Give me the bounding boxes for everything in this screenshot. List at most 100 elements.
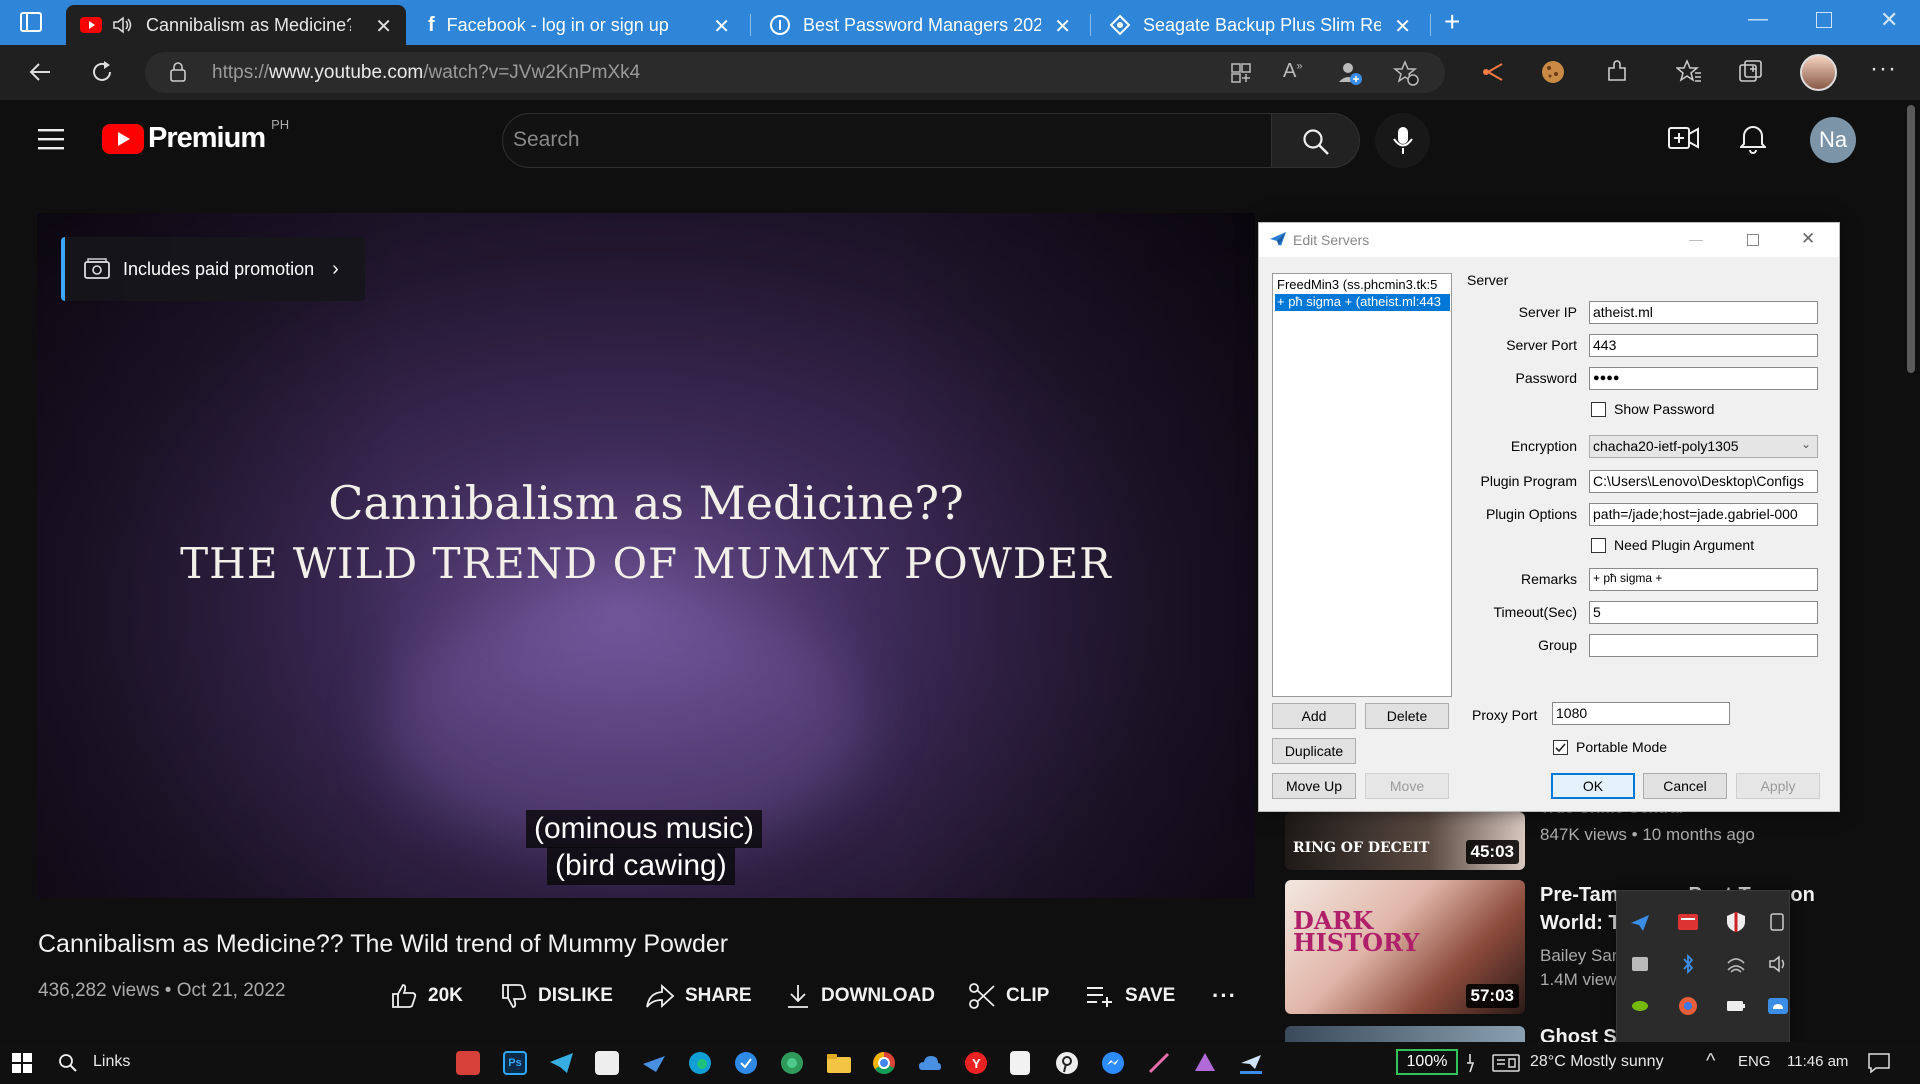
maximize-icon[interactable]: [1747, 234, 1759, 246]
create-video-icon[interactable]: [1668, 125, 1700, 151]
messenger-icon[interactable]: [1101, 1051, 1125, 1075]
minimize-icon[interactable]: —: [1689, 231, 1703, 247]
bluetooth-icon[interactable]: [1677, 953, 1699, 975]
drive-tray-icon[interactable]: [1629, 953, 1651, 975]
video-player[interactable]: Includes paid promotion › Cannibalism as…: [37, 213, 1255, 898]
cancel-button[interactable]: Cancel: [1643, 773, 1727, 799]
pinterest-icon[interactable]: [1055, 1051, 1079, 1075]
add-button[interactable]: Add: [1272, 703, 1356, 729]
edge-browser-icon[interactable]: [688, 1051, 712, 1075]
more-actions-icon[interactable]: ···: [1212, 978, 1237, 1014]
scrollbar-thumb[interactable]: [1907, 105, 1915, 373]
volume-icon[interactable]: [1767, 953, 1789, 975]
feather-app-icon[interactable]: [1147, 1051, 1171, 1075]
url-text[interactable]: https://www.youtube.com/watch?v=JVw2KnPm…: [212, 62, 640, 84]
apply-button[interactable]: Apply: [1736, 773, 1820, 799]
refresh-icon[interactable]: [90, 60, 114, 84]
weather-text[interactable]: 28°C Mostly sunny: [1530, 1053, 1664, 1071]
share-extension-icon[interactable]: [1480, 60, 1506, 84]
avatar[interactable]: Na: [1810, 117, 1856, 163]
clip-button[interactable]: CLIP: [968, 978, 1049, 1014]
notepad-icon[interactable]: [1010, 1051, 1030, 1075]
portable-mode-checkbox[interactable]: [1553, 740, 1568, 755]
close-icon[interactable]: ✕: [1394, 14, 1411, 39]
shadowsocks-taskbar-icon[interactable]: [1239, 1051, 1263, 1075]
hamburger-menu-icon[interactable]: [38, 128, 64, 150]
move-up-button[interactable]: Move Up: [1272, 773, 1356, 799]
recommendation-channel[interactable]: Bailey Sari: [1540, 946, 1621, 966]
close-icon[interactable]: ✕: [713, 14, 730, 39]
search-input[interactable]: Search: [502, 113, 1272, 168]
account-add-icon[interactable]: [1337, 60, 1363, 86]
tab-password-managers[interactable]: Best Password Managers 2022 ( ✕: [755, 5, 1085, 45]
file-explorer-icon[interactable]: [826, 1052, 852, 1074]
shadowsocks-tray-icon[interactable]: [1629, 911, 1651, 933]
collections-icon[interactable]: [1738, 59, 1764, 85]
show-password-label[interactable]: Show Password: [1614, 401, 1714, 417]
tray-overflow-chevron-icon[interactable]: ^: [1706, 1050, 1715, 1073]
telegram-icon[interactable]: [549, 1052, 575, 1074]
need-plugin-argument-label[interactable]: Need Plugin Argument: [1614, 537, 1754, 553]
plugin-program-field[interactable]: C:\Users\Lenovo\Desktop\Configs: [1589, 470, 1818, 493]
password-field[interactable]: ●●●●: [1589, 367, 1818, 390]
proxy-port-field[interactable]: 1080: [1552, 702, 1730, 725]
cookie-extension-icon[interactable]: [1540, 59, 1566, 85]
maximize-icon[interactable]: [1816, 12, 1832, 28]
app-launcher-icon[interactable]: [456, 1051, 480, 1075]
battery-percentage[interactable]: 100%: [1396, 1049, 1458, 1075]
new-tab-icon[interactable]: +: [1444, 6, 1460, 38]
extensions-icon[interactable]: [1604, 59, 1630, 85]
chrome-icon[interactable]: [872, 1051, 896, 1075]
yandex-icon[interactable]: Y: [964, 1051, 988, 1075]
recommendation-thumbnail[interactable]: RING OF DECEIT 45:03: [1285, 812, 1525, 870]
duplicate-button[interactable]: Duplicate: [1272, 738, 1356, 764]
checklist-app-icon[interactable]: [734, 1051, 758, 1075]
dislike-button[interactable]: DISLIKE: [500, 978, 613, 1014]
colorful-app-tray-icon[interactable]: [1677, 995, 1699, 1017]
read-aloud-icon[interactable]: A»: [1283, 60, 1302, 83]
back-arrow-icon[interactable]: [28, 61, 52, 83]
photoshop-icon[interactable]: Ps: [503, 1051, 527, 1075]
cloud-app-icon[interactable]: [918, 1052, 942, 1074]
dialog-close-icon[interactable]: ✕: [1801, 229, 1815, 249]
group-field[interactable]: [1589, 634, 1818, 657]
shield-tray-icon[interactable]: [1725, 911, 1747, 933]
show-password-checkbox[interactable]: [1591, 402, 1606, 417]
nvidia-tray-icon[interactable]: [1629, 995, 1651, 1017]
paid-promotion-badge[interactable]: Includes paid promotion ›: [61, 237, 365, 301]
more-options-icon[interactable]: ···: [1870, 55, 1897, 83]
server-list[interactable]: FreedMin3 (ss.phcmin3.tk:5 + pħ sigma + …: [1272, 273, 1452, 697]
server-list-item[interactable]: + pħ sigma + (atheist.ml:443: [1275, 294, 1450, 311]
need-plugin-argument-checkbox[interactable]: [1591, 538, 1606, 553]
close-icon[interactable]: ✕: [1054, 14, 1071, 39]
device-tray-icon[interactable]: [1767, 911, 1789, 933]
notifications-bell-icon[interactable]: [1740, 122, 1766, 154]
favorite-add-icon[interactable]: [1393, 60, 1419, 86]
server-list-item[interactable]: FreedMin3 (ss.phcmin3.tk:5: [1275, 277, 1450, 294]
language-indicator[interactable]: ENG: [1738, 1053, 1771, 1070]
tab-actions-icon[interactable]: [20, 12, 42, 32]
close-icon[interactable]: ✕: [375, 14, 392, 39]
like-button[interactable]: 20K: [390, 978, 463, 1014]
recommendation-thumbnail[interactable]: DARK HISTORY 57:03: [1285, 880, 1525, 1014]
portable-mode-label[interactable]: Portable Mode: [1576, 739, 1667, 755]
download-button[interactable]: DOWNLOAD: [785, 978, 935, 1014]
windows-start-icon[interactable]: [12, 1053, 32, 1073]
tab-seagate[interactable]: Seagate Backup Plus Slim Red 1T ✕: [1095, 5, 1425, 45]
remarks-field[interactable]: + pħ sigma +: [1589, 568, 1818, 591]
tab-youtube[interactable]: Cannibalism as Medicine?? ✕: [66, 5, 406, 45]
dialog-titlebar[interactable]: Edit Servers — ✕: [1259, 223, 1839, 257]
snipping-tool-icon[interactable]: [595, 1051, 619, 1075]
profile-avatar[interactable]: [1800, 54, 1837, 91]
tab-facebook[interactable]: f Facebook - log in or sign up ✕: [414, 5, 744, 45]
taskbar-search-icon[interactable]: [58, 1053, 78, 1073]
address-bar[interactable]: https://www.youtube.com/watch?v=JVw2KnPm…: [145, 52, 1445, 93]
wifi-icon[interactable]: [1725, 953, 1747, 975]
share-button[interactable]: SHARE: [645, 978, 752, 1014]
app-available-icon[interactable]: [1230, 62, 1252, 84]
favorites-icon[interactable]: [1676, 59, 1702, 85]
delete-button[interactable]: Delete: [1365, 703, 1449, 729]
speaker-icon[interactable]: [112, 15, 134, 35]
window-close-icon[interactable]: ✕: [1880, 7, 1898, 33]
battery-tray-icon[interactable]: [1725, 995, 1747, 1017]
